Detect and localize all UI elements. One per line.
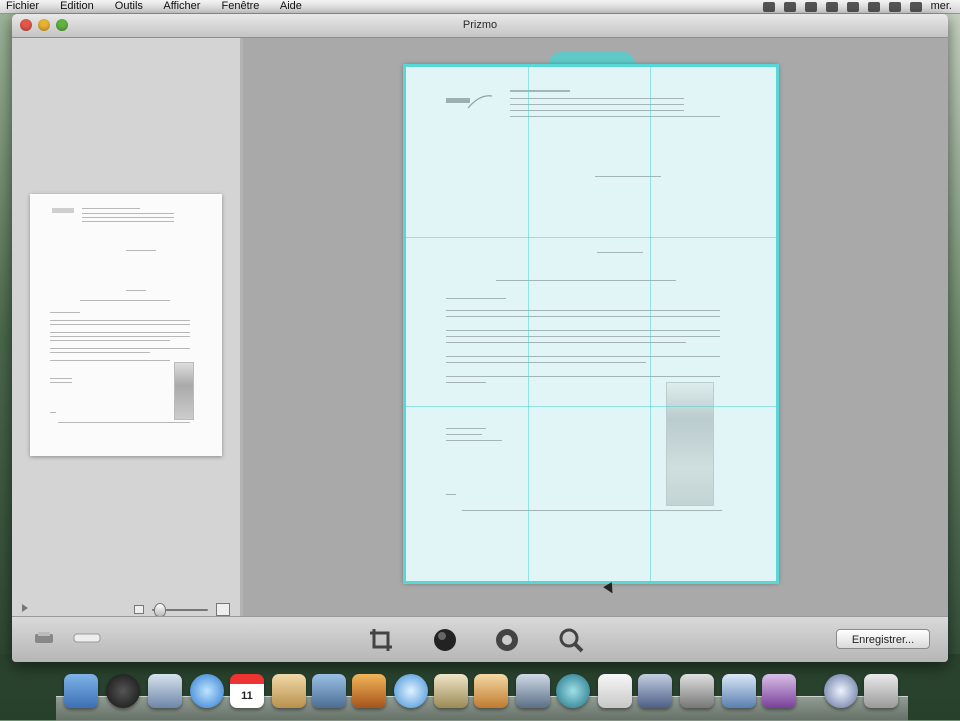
status-app-icon[interactable] bbox=[762, 2, 775, 12]
menu-outils[interactable]: Outils bbox=[115, 0, 143, 12]
mail-icon[interactable] bbox=[148, 674, 182, 708]
settings-gear-icon[interactable] bbox=[494, 627, 520, 653]
zoom-slider-knob[interactable] bbox=[154, 603, 166, 617]
menu-afficher[interactable]: Afficher bbox=[163, 0, 200, 12]
photobooth-icon[interactable] bbox=[762, 674, 796, 708]
bottom-toolbar: Enregistrer... bbox=[12, 616, 948, 662]
filter-tool-icon[interactable] bbox=[432, 627, 458, 653]
star-icon[interactable] bbox=[434, 674, 468, 708]
ical-icon[interactable]: 11 bbox=[230, 674, 264, 708]
crop-grid-line bbox=[528, 67, 530, 581]
disclosure-triangle-icon[interactable] bbox=[22, 604, 28, 612]
zoom-small-icon[interactable] bbox=[134, 605, 144, 614]
trash-icon[interactable] bbox=[864, 674, 898, 708]
preview-icon[interactable] bbox=[598, 674, 632, 708]
toolbar-toggle-tab[interactable] bbox=[549, 52, 635, 64]
flag-icon[interactable] bbox=[909, 2, 922, 12]
menu-fichier[interactable]: Fichier bbox=[6, 0, 39, 12]
safari-icon[interactable] bbox=[190, 674, 224, 708]
thumbnail-figure bbox=[174, 362, 194, 420]
moon-icon[interactable] bbox=[824, 674, 858, 708]
menu-edition[interactable]: Edition bbox=[60, 0, 94, 12]
menubar-clock[interactable]: mer. bbox=[931, 0, 952, 13]
timemachine-icon[interactable] bbox=[556, 674, 590, 708]
crop-grid-line bbox=[406, 236, 776, 238]
save-button[interactable]: Enregistrer... bbox=[836, 629, 930, 649]
dashboard-widgets-icon[interactable] bbox=[516, 674, 550, 708]
finder-icon[interactable] bbox=[64, 674, 98, 708]
document-canvas[interactable] bbox=[243, 38, 948, 616]
page-sidebar bbox=[12, 38, 243, 617]
menubar: Fichier Edition Outils Afficher Fenêtre … bbox=[0, 0, 960, 14]
page-thumbnail[interactable] bbox=[30, 194, 222, 456]
pen-icon[interactable] bbox=[638, 674, 672, 708]
iphoto-icon[interactable] bbox=[312, 674, 346, 708]
zoom-large-icon[interactable] bbox=[216, 603, 230, 616]
itunes-icon[interactable] bbox=[394, 674, 428, 708]
stack-icon[interactable] bbox=[722, 674, 756, 708]
dashboard-icon[interactable] bbox=[106, 674, 140, 708]
calendar-day: 11 bbox=[241, 690, 253, 702]
crop-tool-icon[interactable] bbox=[368, 627, 394, 653]
menu-fenetre[interactable]: Fenêtre bbox=[222, 0, 260, 12]
ocr-magnifier-icon[interactable] bbox=[558, 627, 584, 653]
window-title: Prizmo bbox=[462, 19, 498, 31]
device-icon[interactable] bbox=[72, 631, 102, 645]
address-book-icon[interactable] bbox=[272, 674, 306, 708]
garageband-icon[interactable] bbox=[474, 674, 508, 708]
volume-icon[interactable] bbox=[867, 2, 880, 12]
battery-icon[interactable] bbox=[888, 2, 901, 12]
crop-selection-overlay[interactable] bbox=[403, 64, 779, 584]
crop-grid-line bbox=[406, 406, 776, 408]
menu-aide[interactable]: Aide bbox=[280, 0, 302, 12]
crop-grid-line bbox=[650, 67, 652, 581]
scanner-icon[interactable] bbox=[34, 631, 54, 645]
screen-icon[interactable] bbox=[680, 674, 714, 708]
wifi-icon[interactable] bbox=[846, 2, 859, 12]
prizmo-window: Prizmo Enregistrer... bbox=[12, 14, 948, 662]
timemachine-status-icon[interactable] bbox=[804, 2, 817, 12]
sync-icon[interactable] bbox=[783, 2, 796, 12]
window-titlebar[interactable]: Prizmo bbox=[12, 14, 948, 38]
photo-icon[interactable] bbox=[352, 674, 386, 708]
dock: 11 bbox=[56, 670, 908, 721]
bluetooth-icon[interactable] bbox=[825, 2, 838, 12]
